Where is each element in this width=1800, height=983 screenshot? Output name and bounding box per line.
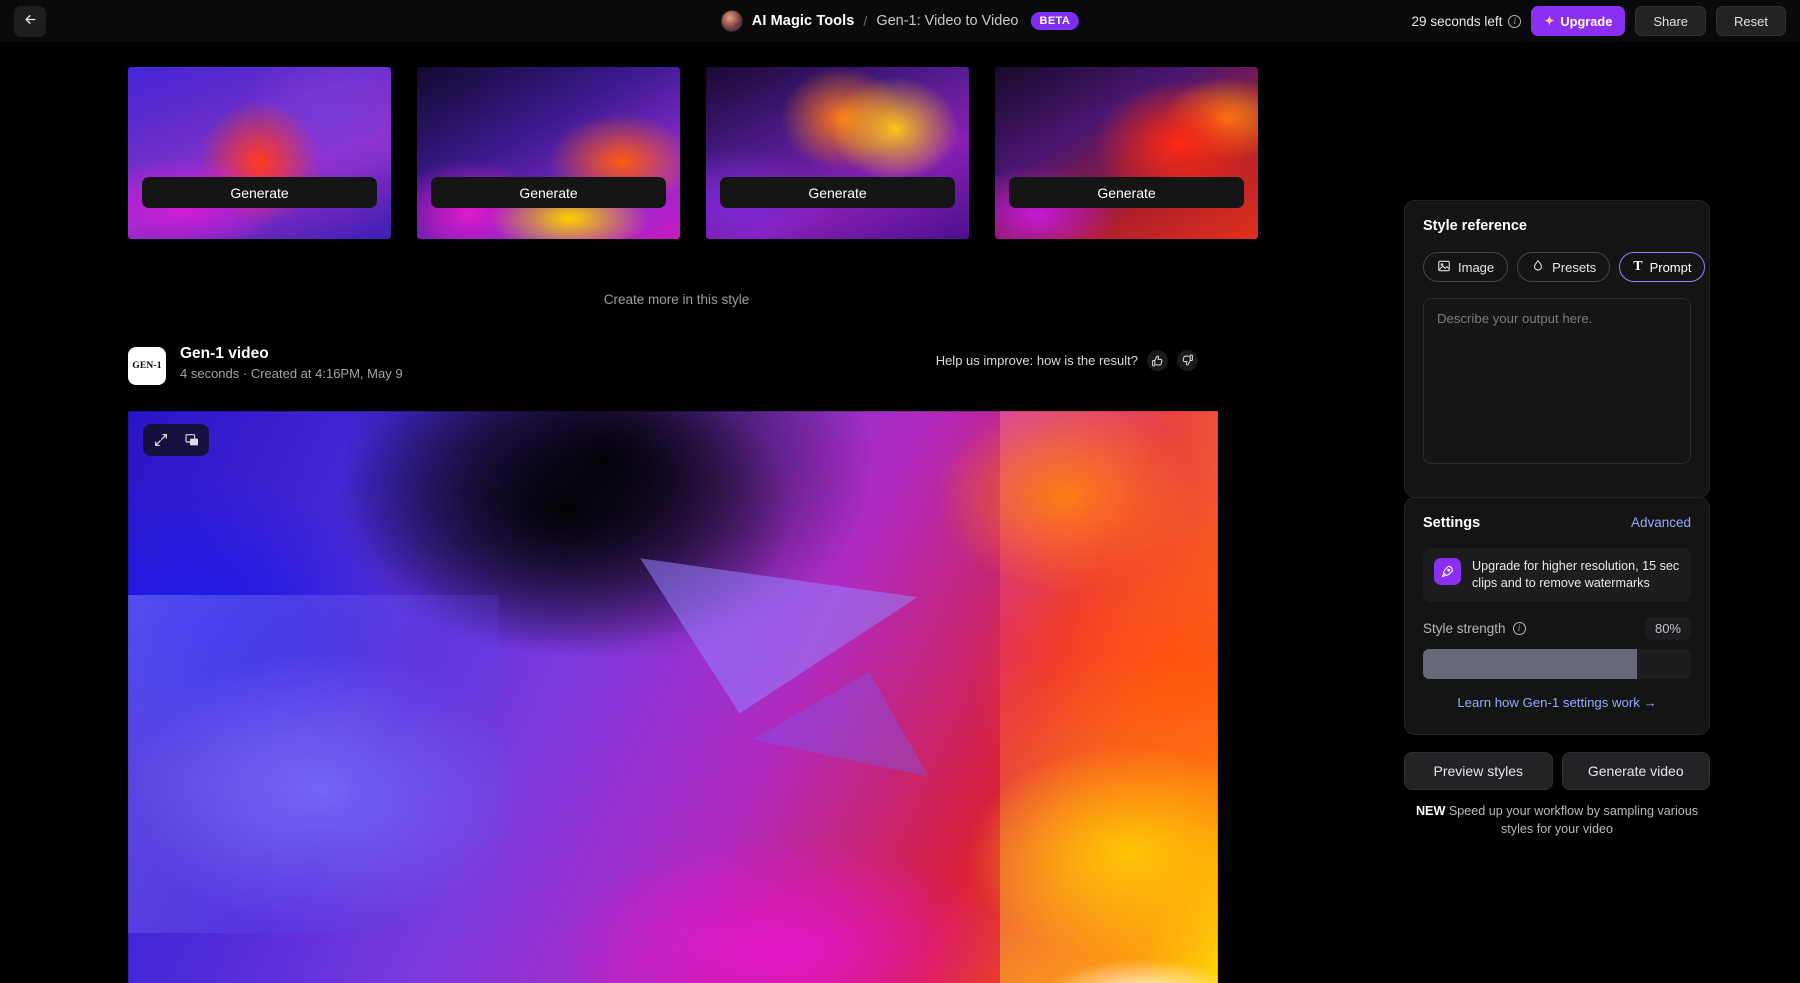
style-thumbnail-strip: Generate Generate Generate Generate	[128, 67, 1258, 239]
generate-video-button[interactable]: Generate video	[1562, 752, 1711, 790]
app-root: AI Magic Tools / Gen-1: Video to Video B…	[0, 0, 1800, 983]
tab-prompt[interactable]: T Prompt	[1619, 252, 1705, 282]
prompt-input[interactable]: Describe your output here.	[1423, 298, 1691, 464]
info-icon[interactable]: i	[1513, 622, 1526, 635]
new-feature-note: NEW Speed up your workflow by sampling v…	[1404, 802, 1710, 839]
style-thumbnail-image	[995, 67, 1258, 239]
preview-styles-button[interactable]: Preview styles	[1404, 752, 1553, 790]
style-strength-value: 80%	[1645, 617, 1691, 640]
right-sidebar: Style reference Image	[1400, 42, 1800, 983]
rocket-icon	[1434, 558, 1461, 585]
settings-title: Settings	[1423, 515, 1480, 531]
generate-button[interactable]: Generate	[142, 177, 377, 208]
learn-settings-link[interactable]: Learn how Gen-1 settings work →	[1423, 695, 1691, 710]
style-strength-row: Style strength i 80%	[1423, 617, 1691, 640]
upgrade-upsell[interactable]: Upgrade for higher resolution, 15 sec cl…	[1423, 548, 1691, 602]
result-title: Gen-1 video	[180, 345, 269, 363]
top-bar: AI Magic Tools / Gen-1: Video to Video B…	[0, 0, 1800, 42]
breadcrumb-sub: Gen-1: Video to Video	[876, 13, 1018, 29]
main-content: Generate Generate Generate Generate Crea…	[0, 42, 1400, 983]
tab-presets-label: Presets	[1552, 260, 1596, 275]
advanced-link[interactable]: Advanced	[1631, 515, 1691, 530]
result-header: GEN-1 Gen-1 video 4 seconds · Created at…	[128, 347, 1218, 391]
sidebar-actions: Preview styles Generate video	[1404, 752, 1710, 790]
video-overlay-buttons	[143, 424, 209, 456]
style-reference-tabs: Image Presets T Prompt	[1423, 252, 1691, 282]
text-t-icon: T	[1633, 259, 1642, 275]
generate-button[interactable]: Generate	[720, 177, 955, 208]
create-more-caption: Create more in this style	[0, 292, 1353, 307]
style-strength-slider-fill	[1423, 649, 1637, 679]
seconds-left-label: 29 seconds left	[1412, 14, 1503, 29]
style-thumbnail-image	[417, 67, 680, 239]
video-shape-right-wall	[1000, 411, 1218, 983]
style-reference-title: Style reference	[1423, 218, 1691, 234]
tab-image[interactable]: Image	[1423, 252, 1508, 282]
style-thumbnail-image	[706, 67, 969, 239]
compare-layers-icon[interactable]	[181, 430, 202, 451]
video-shape-left-steps	[128, 595, 499, 933]
style-thumbnail[interactable]: Generate	[417, 67, 680, 239]
expand-icon[interactable]	[150, 430, 171, 451]
tab-prompt-label: Prompt	[1650, 260, 1692, 275]
upgrade-button[interactable]: ✦ Upgrade	[1531, 6, 1625, 36]
beta-badge: BETA	[1030, 12, 1079, 30]
style-strength-slider[interactable]	[1423, 649, 1691, 679]
breadcrumb: AI Magic Tools / Gen-1: Video to Video B…	[721, 10, 1079, 32]
style-thumbnail[interactable]: Generate	[706, 67, 969, 239]
back-button[interactable]	[14, 6, 46, 37]
breadcrumb-main[interactable]: AI Magic Tools	[752, 13, 855, 29]
feedback-label: Help us improve: how is the result?	[936, 353, 1138, 368]
share-label: Share	[1653, 14, 1688, 29]
style-thumbnail[interactable]: Generate	[995, 67, 1258, 239]
settings-header: Settings Advanced	[1423, 515, 1691, 531]
result-subtitle: 4 seconds · Created at 4:16PM, May 9	[180, 366, 403, 381]
top-bar-actions: 29 seconds left i ✦ Upgrade Share Reset	[1412, 0, 1786, 42]
seconds-left-status: 29 seconds left i	[1412, 14, 1522, 29]
droplet-icon	[1531, 259, 1545, 276]
prompt-placeholder: Describe your output here.	[1437, 311, 1677, 326]
generate-button[interactable]: Generate	[431, 177, 666, 208]
info-icon[interactable]: i	[1508, 15, 1521, 28]
reset-label: Reset	[1734, 14, 1768, 29]
avatar[interactable]	[721, 10, 743, 32]
settings-panel: Settings Advanced Upgrade for higher res…	[1404, 497, 1710, 735]
new-tag: NEW	[1416, 804, 1445, 818]
tab-image-label: Image	[1458, 260, 1494, 275]
style-thumbnail-image	[128, 67, 391, 239]
reset-button[interactable]: Reset	[1716, 6, 1786, 36]
image-icon	[1437, 259, 1451, 276]
new-note-text: Speed up your workflow by sampling vario…	[1445, 804, 1698, 836]
video-player[interactable]: 0:00 0:04	[128, 411, 1218, 983]
generate-button[interactable]: Generate	[1009, 177, 1244, 208]
share-button[interactable]: Share	[1635, 6, 1706, 36]
thumbs-up-icon[interactable]	[1147, 350, 1168, 371]
style-strength-text: Style strength	[1423, 621, 1506, 636]
tab-presets[interactable]: Presets	[1517, 252, 1610, 282]
gen1-badge: GEN-1	[128, 347, 166, 385]
upsell-text: Upgrade for higher resolution, 15 sec cl…	[1472, 558, 1680, 592]
style-reference-panel: Style reference Image	[1404, 200, 1710, 498]
thumbs-down-icon[interactable]	[1177, 350, 1198, 371]
upgrade-label: Upgrade	[1560, 14, 1612, 29]
feedback-group: Help us improve: how is the result?	[936, 350, 1198, 371]
breadcrumb-separator: /	[863, 13, 867, 29]
style-strength-label: Style strength i	[1423, 621, 1526, 636]
style-thumbnail[interactable]: Generate	[128, 67, 391, 239]
sparkle-icon: ✦	[1544, 14, 1554, 28]
arrow-left-icon	[23, 12, 38, 32]
